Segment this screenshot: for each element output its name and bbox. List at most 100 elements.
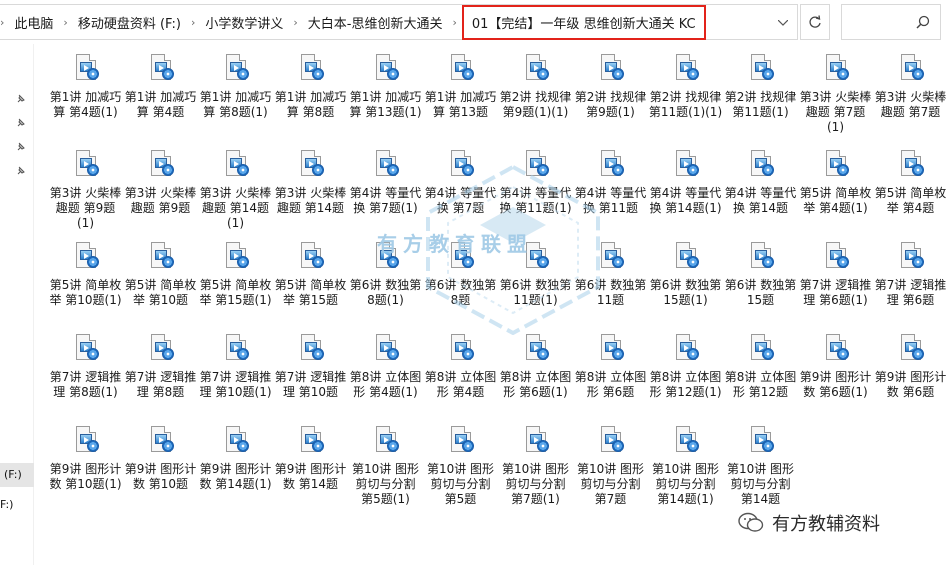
file-item[interactable]: 第1讲 加减巧算 第13题(1) — [348, 54, 423, 120]
file-item[interactable]: 第8讲 立体图形 第6题 — [573, 334, 648, 400]
file-name: 第3讲 火柴棒趣题 第7题(1) — [799, 90, 872, 134]
video-file-icon — [523, 334, 549, 368]
breadcrumb-this-pc[interactable]: 此电脑 — [13, 13, 54, 32]
file-item[interactable]: 第2讲 找规律 第11题(1)(1) — [648, 54, 723, 120]
video-file-icon — [73, 242, 99, 276]
file-item[interactable]: 第8讲 立体图形 第4题(1) — [348, 334, 423, 400]
video-file-icon — [298, 242, 324, 276]
file-item[interactable]: 第8讲 立体图形 第4题 — [423, 334, 498, 400]
video-file-icon — [673, 54, 699, 88]
file-item[interactable]: 第5讲 简单枚举 第4题(1) — [798, 150, 873, 216]
file-name: 第3讲 火柴棒趣题 第7题 — [874, 90, 947, 119]
file-item[interactable]: 第4讲 等量代换 第14题 — [723, 150, 798, 216]
breadcrumb-dabaiben[interactable]: 大白本-思维创新大通关 — [307, 13, 444, 32]
file-item[interactable]: 第1讲 加减巧算 第4题 — [123, 54, 198, 120]
file-item[interactable]: 第6讲 数独第11题 — [573, 242, 648, 308]
navigation-pane[interactable]: (F:) F:) — [0, 44, 34, 565]
video-file-icon — [823, 54, 849, 88]
nav-item-drive-f-2[interactable]: F:) — [0, 498, 13, 511]
video-file-icon — [448, 426, 474, 460]
file-item[interactable]: 第10讲 图形剪切与分割 第7题 — [573, 426, 648, 507]
file-item[interactable]: 第1讲 加减巧算 第8题(1) — [198, 54, 273, 120]
file-item[interactable]: 第7讲 逻辑推理 第6题(1) — [798, 242, 873, 308]
file-item[interactable]: 第7讲 逻辑推理 第8题(1) — [48, 334, 123, 400]
address-bar[interactable]: › 此电脑 › 移动硬盘资料 (F:) › 小学数学讲义 › 大白本-思维创新大… — [0, 4, 798, 40]
pin-icon[interactable] — [16, 142, 26, 152]
video-file-icon — [373, 54, 399, 88]
video-file-icon — [598, 242, 624, 276]
chevron-right-icon[interactable]: › — [0, 16, 4, 29]
chevron-right-icon[interactable]: › — [293, 16, 297, 29]
file-item[interactable]: 第10讲 图形剪切与分割 第14题(1) — [648, 426, 723, 507]
file-item[interactable]: 第9讲 图形计数 第6题(1) — [798, 334, 873, 400]
file-item[interactable]: 第5讲 简单枚举 第15题 — [273, 242, 348, 308]
pin-icon[interactable] — [16, 166, 26, 176]
breadcrumb-math-notes[interactable]: 小学数学讲义 — [204, 13, 284, 32]
file-item[interactable]: 第4讲 等量代换 第11题(1) — [498, 150, 573, 216]
file-item[interactable]: 第6讲 数独第15题 — [723, 242, 798, 308]
chevron-down-icon[interactable] — [771, 11, 795, 35]
file-item[interactable]: 第5讲 简单枚举 第10题 — [123, 242, 198, 308]
file-name: 第4讲 等量代换 第7题(1) — [349, 186, 422, 215]
file-item[interactable]: 第9讲 图形计数 第10题(1) — [48, 426, 123, 492]
file-item[interactable]: 第8讲 立体图形 第12题 — [723, 334, 798, 400]
file-item[interactable]: 第10讲 图形剪切与分割 第14题 — [723, 426, 798, 507]
file-name: 第7讲 逻辑推理 第8题 — [124, 370, 197, 399]
file-item[interactable]: 第5讲 简单枚举 第10题(1) — [48, 242, 123, 308]
search-icon — [916, 15, 930, 29]
file-item[interactable]: 第5讲 简单枚举 第15题(1) — [198, 242, 273, 308]
file-name: 第5讲 简单枚举 第15题 — [274, 278, 347, 307]
breadcrumb-drive-f[interactable]: 移动硬盘资料 (F:) — [77, 13, 182, 32]
file-item[interactable]: 第9讲 图形计数 第14题(1) — [198, 426, 273, 492]
file-item[interactable]: 第8讲 立体图形 第12题(1) — [648, 334, 723, 400]
file-item[interactable]: 第3讲 火柴棒趣题 第14题 — [273, 150, 348, 216]
file-item[interactable]: 第4讲 等量代换 第14题(1) — [648, 150, 723, 216]
file-item[interactable]: 第3讲 火柴棒趣题 第9题(1) — [48, 150, 123, 231]
file-name: 第5讲 简单枚举 第4题 — [874, 186, 947, 215]
video-file-icon — [373, 150, 399, 184]
file-name: 第5讲 简单枚举 第15题(1) — [199, 278, 272, 307]
file-item[interactable]: 第7讲 逻辑推理 第8题 — [123, 334, 198, 400]
file-item[interactable]: 第3讲 火柴棒趣题 第9题 — [123, 150, 198, 216]
file-item[interactable]: 第3讲 火柴棒趣题 第14题(1) — [198, 150, 273, 231]
file-item[interactable]: 第10讲 图形剪切与分割 第5题 — [423, 426, 498, 507]
file-item[interactable]: 第1讲 加减巧算 第8题 — [273, 54, 348, 120]
file-item[interactable]: 第1讲 加减巧算 第4题(1) — [48, 54, 123, 120]
video-file-icon — [823, 334, 849, 368]
search-input[interactable] — [841, 4, 941, 40]
file-item[interactable]: 第6讲 数独第15题(1) — [648, 242, 723, 308]
file-item[interactable]: 第4讲 等量代换 第11题 — [573, 150, 648, 216]
chevron-right-icon[interactable]: › — [452, 16, 456, 29]
chevron-right-icon[interactable]: › — [191, 16, 195, 29]
video-file-icon — [148, 426, 174, 460]
refresh-button[interactable] — [800, 4, 830, 40]
nav-item-drive-f[interactable]: (F:) — [0, 463, 34, 487]
file-item[interactable]: 第2讲 找规律 第9题(1) — [573, 54, 648, 120]
file-item[interactable]: 第3讲 火柴棒趣题 第7题 — [873, 54, 948, 120]
video-file-icon — [223, 426, 249, 460]
video-file-icon — [148, 242, 174, 276]
file-item[interactable]: 第2讲 找规律 第11题(1) — [723, 54, 798, 120]
file-item[interactable]: 第10讲 图形剪切与分割 第5题(1) — [348, 426, 423, 507]
file-name: 第8讲 立体图形 第6题 — [574, 370, 647, 399]
video-file-icon — [448, 334, 474, 368]
file-item[interactable]: 第7讲 逻辑推理 第6题 — [873, 242, 948, 308]
file-item[interactable]: 第2讲 找规律 第9题(1)(1) — [498, 54, 573, 120]
file-item[interactable]: 第3讲 火柴棒趣题 第7题(1) — [798, 54, 873, 135]
file-item[interactable]: 第4讲 等量代换 第7题 — [423, 150, 498, 216]
file-item[interactable]: 第9讲 图形计数 第14题 — [273, 426, 348, 492]
file-item[interactable]: 第7讲 逻辑推理 第10题 — [273, 334, 348, 400]
video-file-icon — [373, 426, 399, 460]
pin-icon[interactable] — [16, 94, 26, 104]
file-item[interactable]: 第8讲 立体图形 第6题(1) — [498, 334, 573, 400]
breadcrumb-current-folder[interactable]: 01【完结】一年级 思维创新大通关 KC — [461, 4, 706, 40]
chevron-right-icon[interactable]: › — [63, 16, 67, 29]
pin-icon[interactable] — [16, 118, 26, 128]
file-item[interactable]: 第5讲 简单枚举 第4题 — [873, 150, 948, 216]
file-item[interactable]: 第10讲 图形剪切与分割 第7题(1) — [498, 426, 573, 507]
file-item[interactable]: 第9讲 图形计数 第10题 — [123, 426, 198, 492]
file-item[interactable]: 第7讲 逻辑推理 第10题(1) — [198, 334, 273, 400]
file-item[interactable]: 第4讲 等量代换 第7题(1) — [348, 150, 423, 216]
file-item[interactable]: 第9讲 图形计数 第6题 — [873, 334, 948, 400]
file-item[interactable]: 第1讲 加减巧算 第13题 — [423, 54, 498, 120]
